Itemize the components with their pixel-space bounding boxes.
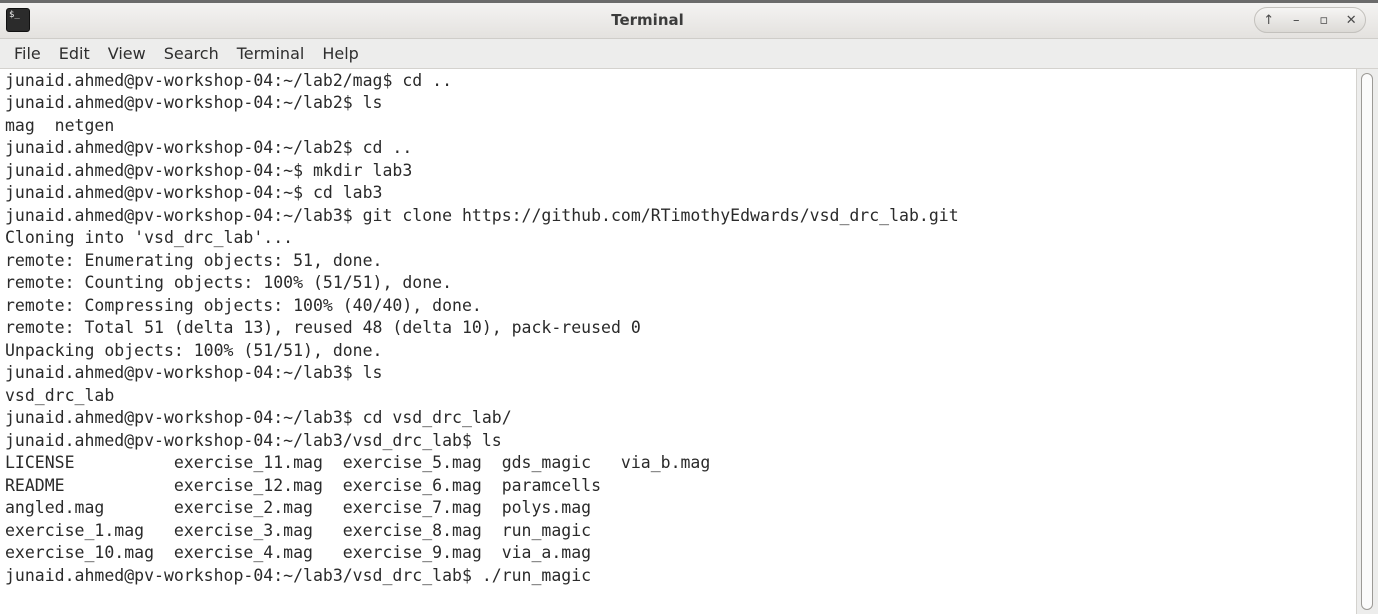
terminal-window: $_ Terminal ↑ – ▫ ✕ File Edit View Searc… bbox=[0, 0, 1378, 614]
terminal-line: junaid.ahmed@pv-workshop-04:~/lab3$ cd v… bbox=[5, 408, 512, 427]
terminal-prompt-line: junaid.ahmed@pv-workshop-04:~/lab3/vsd_d… bbox=[5, 566, 592, 585]
terminal-line: angled.mag exercise_2.mag exercise_7.mag… bbox=[5, 498, 592, 517]
minimize-icon[interactable]: – bbox=[1286, 10, 1306, 30]
vertical-scrollbar[interactable] bbox=[1356, 69, 1378, 614]
terminal-line: junaid.ahmed@pv-workshop-04:~/lab3$ git … bbox=[5, 206, 959, 225]
terminal-line: Cloning into 'vsd_drc_lab'... bbox=[5, 228, 294, 247]
terminal-line: junaid.ahmed@pv-workshop-04:~/lab2$ cd .… bbox=[5, 138, 413, 157]
menu-file[interactable]: File bbox=[0, 39, 50, 68]
terminal-line: junaid.ahmed@pv-workshop-04:~$ cd lab3 bbox=[5, 183, 383, 202]
window-menu-icon[interactable]: ↑ bbox=[1259, 10, 1279, 30]
menu-view[interactable]: View bbox=[99, 39, 155, 68]
scrollbar-thumb[interactable] bbox=[1361, 73, 1373, 610]
terminal-line: exercise_1.mag exercise_3.mag exercise_8… bbox=[5, 521, 592, 540]
terminal-line: remote: Enumerating objects: 51, done. bbox=[5, 251, 383, 270]
menu-bar: File Edit View Search Terminal Help bbox=[0, 39, 1378, 69]
terminal-output[interactable]: junaid.ahmed@pv-workshop-04:~/lab2/mag$ … bbox=[0, 69, 1356, 614]
terminal-line: remote: Compressing objects: 100% (40/40… bbox=[5, 296, 482, 315]
window-title: Terminal bbox=[611, 11, 684, 29]
terminal-line: junaid.ahmed@pv-workshop-04:~$ mkdir lab… bbox=[5, 161, 413, 180]
terminal-line: Unpacking objects: 100% (51/51), done. bbox=[5, 341, 383, 360]
menu-help[interactable]: Help bbox=[313, 39, 367, 68]
menu-search[interactable]: Search bbox=[155, 39, 228, 68]
terminal-line: mag netgen bbox=[5, 116, 115, 135]
terminal-line: LICENSE exercise_11.mag exercise_5.mag g… bbox=[5, 453, 711, 472]
terminal-line: junaid.ahmed@pv-workshop-04:~/lab3/vsd_d… bbox=[5, 431, 502, 450]
close-icon[interactable]: ✕ bbox=[1341, 10, 1361, 30]
title-bar[interactable]: $_ Terminal ↑ – ▫ ✕ bbox=[0, 3, 1378, 39]
menu-terminal[interactable]: Terminal bbox=[228, 39, 314, 68]
terminal-line: remote: Counting objects: 100% (51/51), … bbox=[5, 273, 453, 292]
terminal-line: exercise_10.mag exercise_4.mag exercise_… bbox=[5, 543, 592, 562]
menu-edit[interactable]: Edit bbox=[50, 39, 99, 68]
terminal-line: junaid.ahmed@pv-workshop-04:~/lab2$ ls bbox=[5, 93, 383, 112]
window-controls: ↑ – ▫ ✕ bbox=[1254, 7, 1366, 33]
terminal-line: remote: Total 51 (delta 13), reused 48 (… bbox=[5, 318, 641, 337]
maximize-icon[interactable]: ▫ bbox=[1314, 10, 1334, 30]
terminal-line: junaid.ahmed@pv-workshop-04:~/lab2/mag$ … bbox=[5, 71, 453, 90]
terminal-line: README exercise_12.mag exercise_6.mag pa… bbox=[5, 476, 602, 495]
terminal-line: junaid.ahmed@pv-workshop-04:~/lab3$ ls bbox=[5, 363, 383, 382]
terminal-line: vsd_drc_lab bbox=[5, 386, 115, 405]
